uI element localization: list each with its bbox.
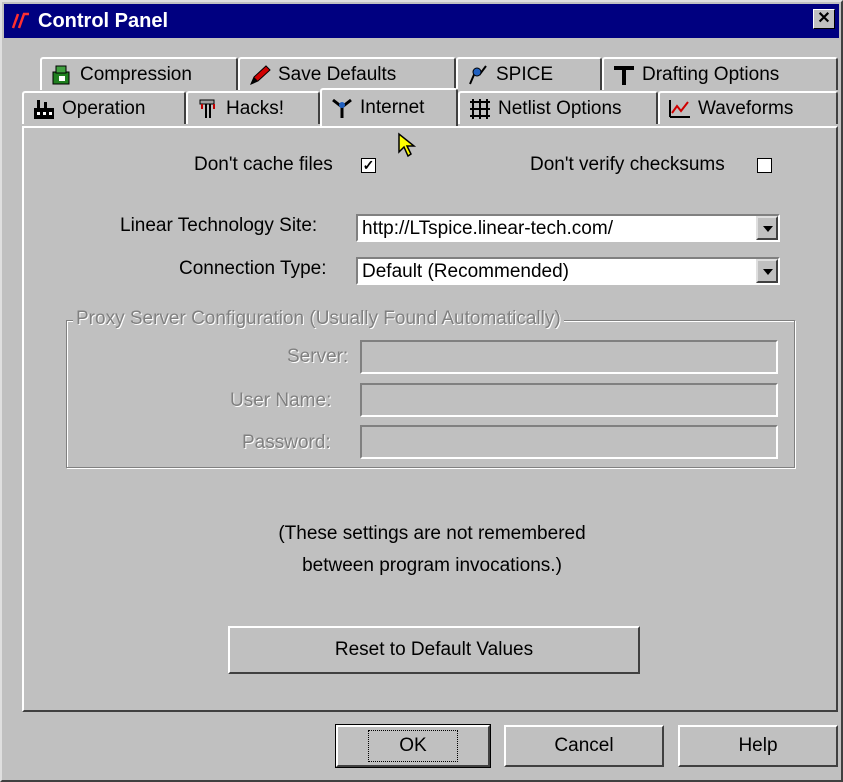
close-icon: ✕ [817,10,831,27]
server-label: Server: [287,346,349,367]
connection-type-label: Connection Type: [179,258,327,279]
grid-icon [468,98,492,120]
internet-tab-panel: Don't cache files ✓ Don't verify checksu… [22,126,838,712]
password-label: Password: [242,432,331,453]
tab-label: Drafting Options [642,63,780,85]
dont-cache-files-label: Don't cache files [194,154,333,175]
help-button[interactable]: Help [678,725,838,767]
ltspice-app-icon [10,10,32,32]
linear-technology-site-combo[interactable]: http://LTspice.linear-tech.com/ [356,214,780,242]
checkmark-icon: ✓ [362,157,375,173]
tab-label: Waveforms [698,97,794,119]
help-label: Help [738,735,778,756]
window-title: Control Panel [38,9,169,32]
tab-spice[interactable]: SPICE [456,57,602,90]
connection-type-value: Default (Recommended) [362,261,569,282]
tab-netlist-options[interactable]: Netlist Options [458,91,658,124]
tab-label: Netlist Options [498,97,622,119]
close-button[interactable]: ✕ [813,9,835,29]
settings-note: (These settings are not remembered betwe… [24,518,840,582]
tab-label: Operation [62,97,146,119]
connection-type-combo[interactable]: Default (Recommended) [356,257,780,285]
mouse-cursor-icon [397,132,417,164]
tab-label: Save Defaults [278,63,397,85]
pencil-icon [248,64,272,86]
user-name-field[interactable] [360,383,778,417]
server-field[interactable] [360,340,778,374]
title-bar[interactable]: Control Panel ✕ [4,4,839,38]
dont-verify-checksums-checkbox[interactable] [757,158,772,173]
dont-verify-checksums-label: Don't verify checksums [530,154,725,175]
tab-hacks[interactable]: Hacks! [186,91,320,124]
tab-label: Hacks! [226,97,285,119]
factory-icon [32,98,56,120]
tab-waveforms[interactable]: Waveforms [658,91,838,124]
ok-button[interactable]: OK [335,724,491,768]
ok-label: OK [368,730,458,762]
tab-operation[interactable]: Operation [22,91,186,124]
linear-technology-site-label: Linear Technology Site: [120,215,318,236]
drafting-icon [612,64,636,86]
tab-drafting-options[interactable]: Drafting Options [602,57,838,90]
tab-label: Compression [80,63,192,85]
spice-icon [466,64,490,86]
connection-dropdown-arrow-icon[interactable] [756,259,778,283]
hacks-icon [196,98,220,120]
tab-label: Internet [360,97,425,118]
dont-cache-files-checkbox[interactable]: ✓ [361,158,376,173]
tab-label: SPICE [496,63,554,85]
tab-save-defaults[interactable]: Save Defaults [238,57,456,90]
antenna-icon [330,97,354,119]
reset-defaults-label: Reset to Default Values [334,639,534,660]
proxy-group-title: Proxy Server Configuration (Usually Foun… [73,308,564,330]
user-name-label: User Name: [230,390,332,411]
note-line-1: (These settings are not remembered [278,523,586,544]
note-line-2: between program invocations.) [302,555,562,576]
site-dropdown-arrow-icon[interactable] [756,216,778,240]
waveform-icon [668,98,692,120]
tab-internet[interactable]: Internet [320,88,458,126]
cancel-label: Cancel [554,735,614,756]
password-field[interactable] [360,425,778,459]
control-panel-window: Control Panel ✕ Compression Save Default… [0,0,843,782]
reset-defaults-button[interactable]: Reset to Default Values [228,626,640,674]
compression-icon [50,64,74,86]
cancel-button[interactable]: Cancel [504,725,664,767]
site-value: http://LTspice.linear-tech.com/ [362,218,613,239]
tab-compression[interactable]: Compression [40,57,238,90]
